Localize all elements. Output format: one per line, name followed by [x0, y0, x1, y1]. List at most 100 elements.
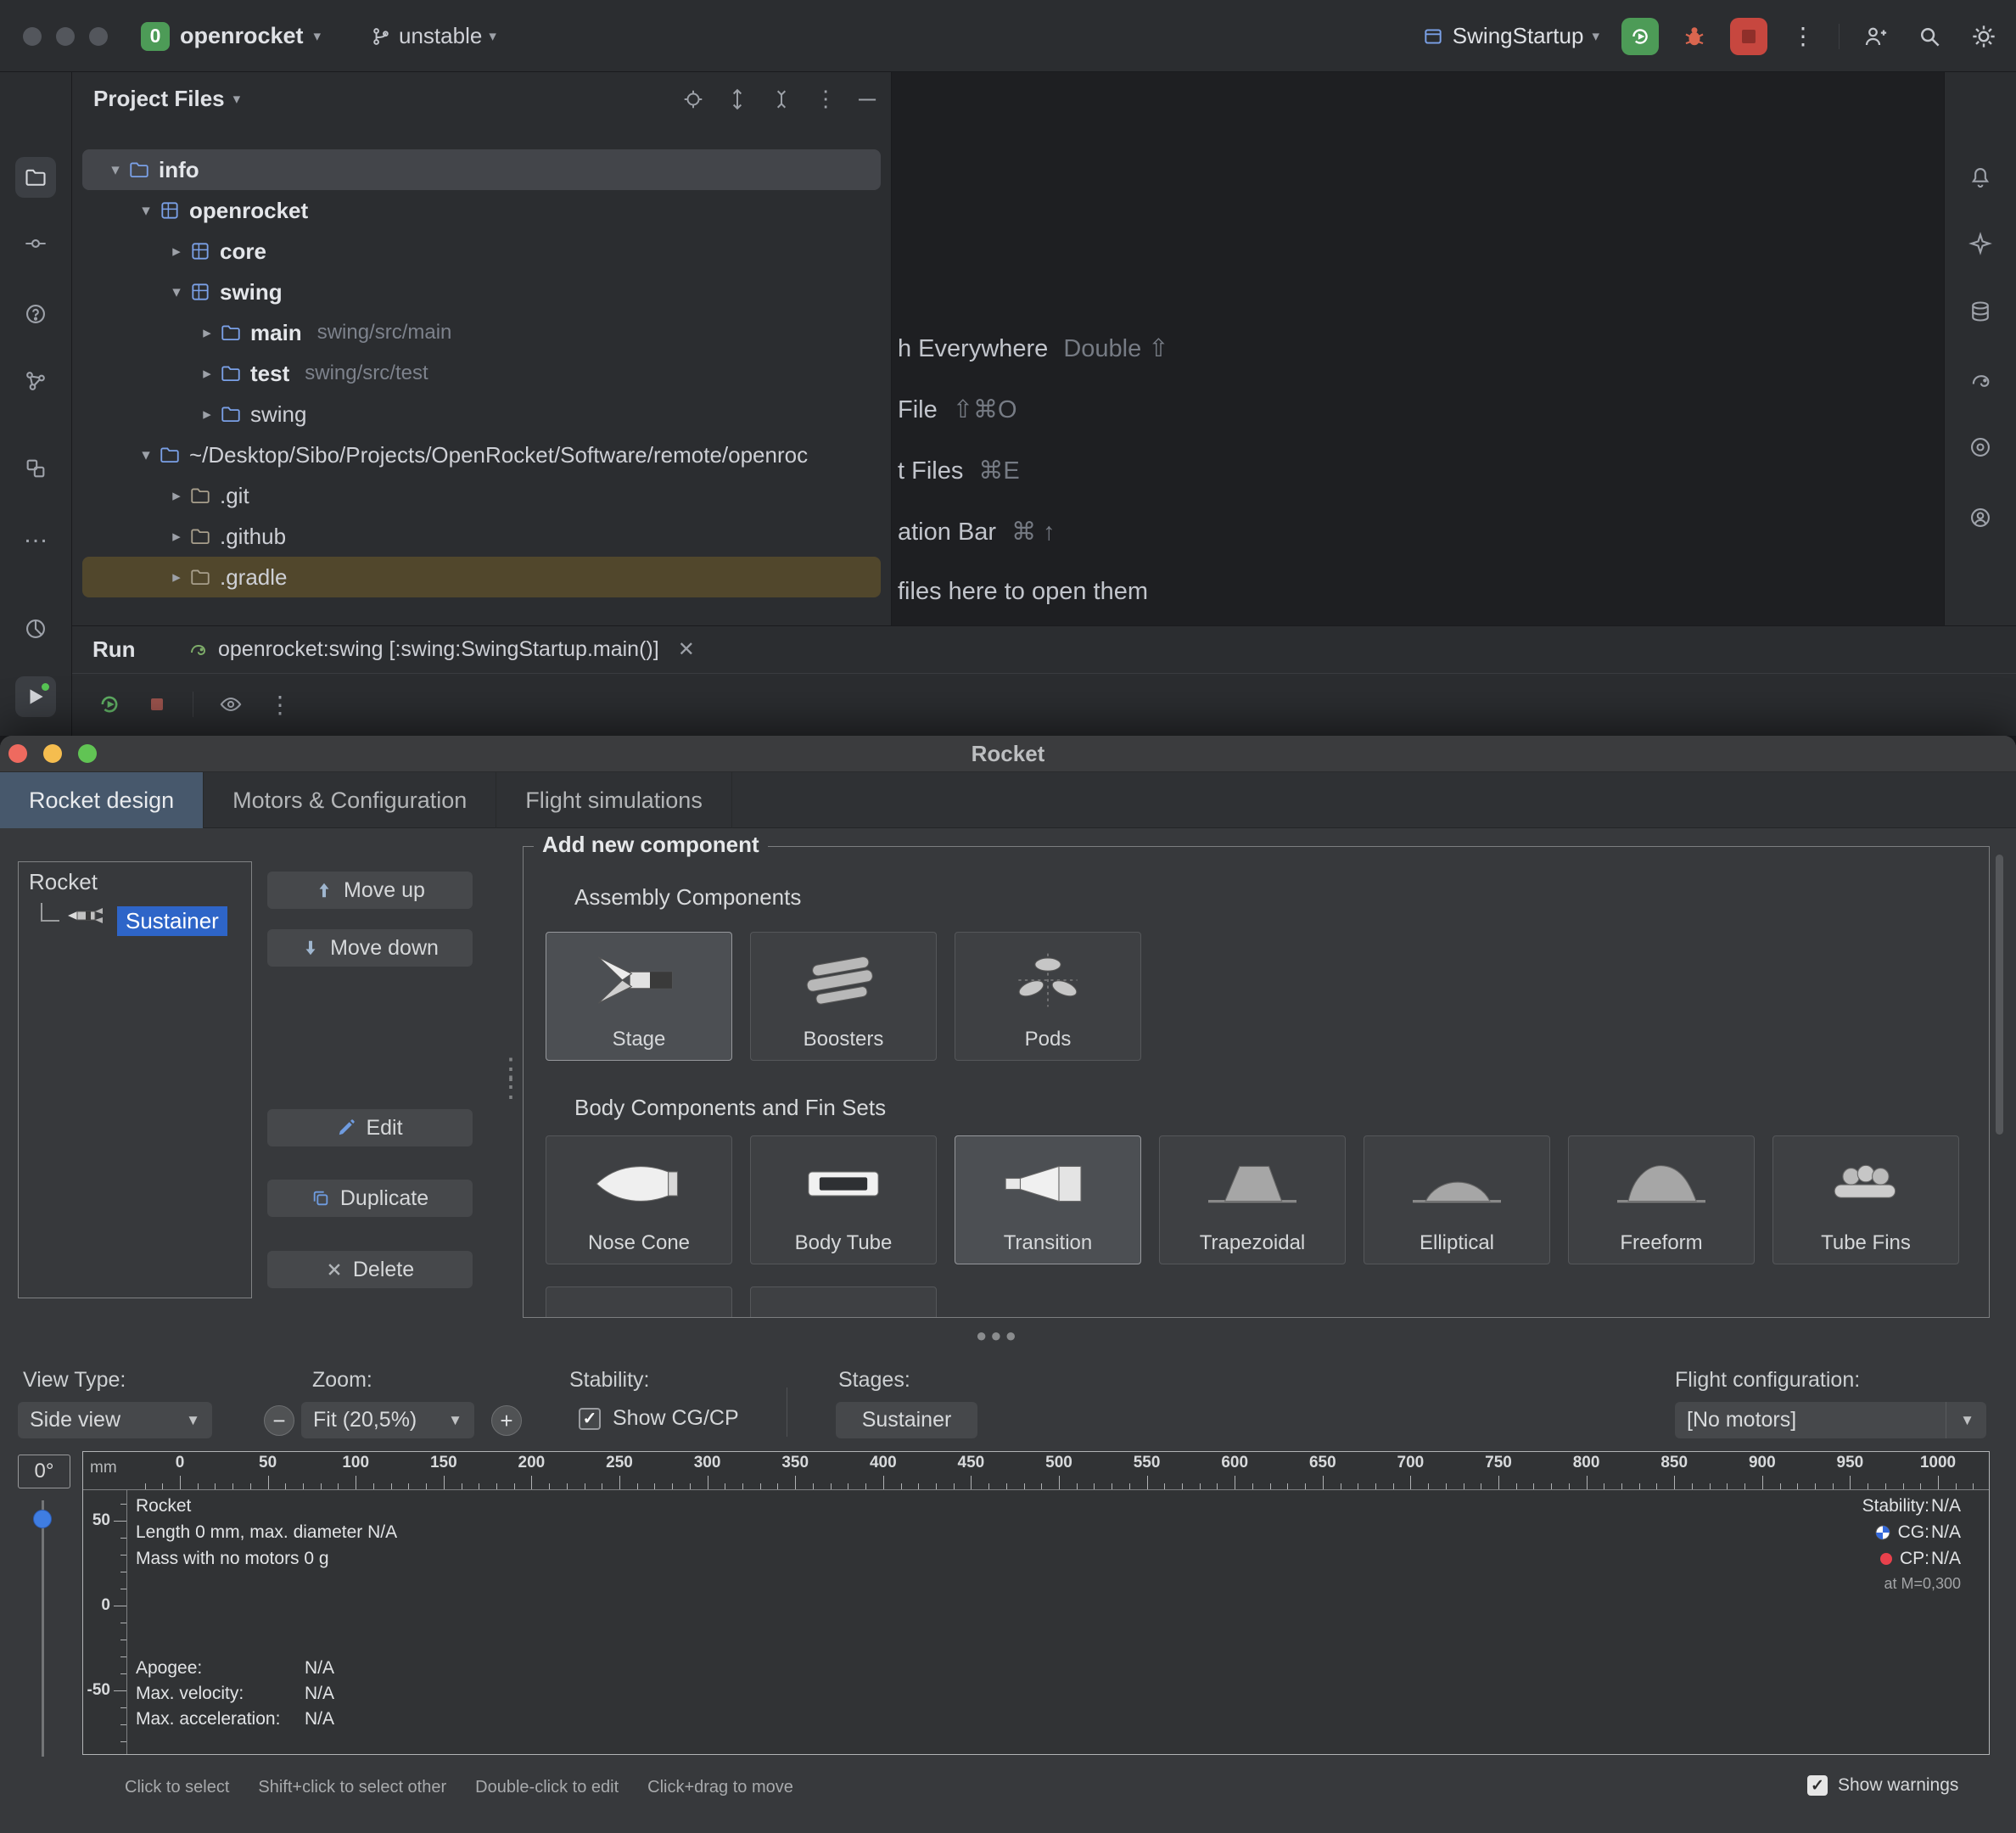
commit-toolwindow-icon[interactable]: [15, 223, 56, 264]
window-zoom-button[interactable]: [89, 27, 108, 46]
locate-file-icon[interactable]: [682, 88, 704, 110]
splitter-handle[interactable]: ⋮⋮: [496, 1061, 525, 1096]
tree-row[interactable]: ▾~/Desktop/Sibo/Projects/OpenRocket/Soft…: [82, 434, 881, 475]
structure-toolwindow-icon[interactable]: [15, 361, 56, 401]
rocket-view-canvas[interactable]: mm 0501001502002503003504004505005506006…: [82, 1451, 1990, 1755]
debug-button[interactable]: [1676, 18, 1713, 55]
window-minimize-button[interactable]: [56, 27, 75, 46]
stage-toggle-sustainer[interactable]: Sustainer: [836, 1402, 977, 1438]
chevron-down-icon[interactable]: ▾: [133, 446, 159, 465]
component-button-partial[interactable]: [546, 1286, 732, 1317]
chevron-down-icon[interactable]: ▾: [133, 201, 159, 221]
preview-eye-icon[interactable]: [219, 692, 243, 716]
ai-assistant-icon[interactable]: [1960, 223, 2001, 264]
run-toolwindow-icon[interactable]: [15, 676, 56, 717]
component-label: Trapezoidal: [1200, 1231, 1306, 1255]
component-button-nose-cone[interactable]: Nose Cone: [546, 1135, 732, 1264]
stop-icon[interactable]: [147, 694, 167, 715]
rotation-slider-track[interactable]: [42, 1500, 44, 1757]
project-widget[interactable]: 0 openrocket ▾: [141, 0, 321, 72]
chevron-down-icon[interactable]: ▾: [103, 160, 128, 180]
project-toolwindow-icon[interactable]: [15, 157, 56, 198]
tab-motors-configuration[interactable]: Motors & Configuration: [204, 772, 496, 828]
chevron-right-icon[interactable]: ▸: [194, 323, 220, 343]
component-button-partial[interactable]: [750, 1286, 937, 1317]
pull-requests-toolwindow-icon[interactable]: [15, 294, 56, 334]
more-actions-button[interactable]: ⋮: [1784, 18, 1822, 55]
component-button-elliptical[interactable]: Elliptical: [1364, 1135, 1550, 1264]
chevron-right-icon[interactable]: ▸: [164, 527, 189, 547]
tree-row[interactable]: ▸.git: [82, 475, 881, 516]
component-button-body-tube[interactable]: Body Tube: [750, 1135, 937, 1264]
component-button-freeform[interactable]: Freeform: [1568, 1135, 1755, 1264]
component-button-transition[interactable]: Transition: [955, 1135, 1141, 1264]
chevron-down-icon[interactable]: ▾: [164, 283, 189, 302]
build-toolwindow-icon[interactable]: [15, 448, 56, 489]
profiler-toolwindow-icon[interactable]: [15, 608, 56, 649]
component-button-trapezoidal[interactable]: Trapezoidal: [1159, 1135, 1346, 1264]
expand-all-icon[interactable]: [726, 88, 748, 110]
close-icon[interactable]: ✕: [678, 637, 695, 662]
tree-item-sustainer[interactable]: Sustainer: [117, 906, 227, 936]
cg-readout: CG:N/A: [1874, 1522, 1961, 1543]
tab-flight-simulations[interactable]: Flight simulations: [496, 772, 732, 828]
run-button[interactable]: [1621, 18, 1659, 55]
view-type-select[interactable]: Side view▼: [18, 1402, 212, 1438]
collapse-all-icon[interactable]: [770, 88, 792, 110]
notifications-icon[interactable]: [1960, 157, 2001, 198]
zoom-out-button[interactable]: −: [264, 1405, 294, 1436]
learn-icon[interactable]: [1960, 427, 2001, 468]
delete-button[interactable]: Delete: [267, 1251, 473, 1288]
run-config-selector[interactable]: SwingStartup ▾: [1422, 23, 1599, 49]
chevron-right-icon[interactable]: ▸: [194, 405, 220, 424]
tree-row[interactable]: ▸.gradle: [82, 557, 881, 597]
chevron-right-icon[interactable]: ▸: [194, 364, 220, 384]
profile-icon[interactable]: [1960, 497, 2001, 538]
tree-row[interactable]: ▸mainswing/src/main: [82, 312, 881, 353]
component-button-tube-fins[interactable]: Tube Fins: [1772, 1135, 1959, 1264]
chevron-right-icon[interactable]: ▸: [164, 486, 189, 506]
chevron-right-icon[interactable]: ▸: [164, 568, 189, 587]
database-icon[interactable]: [1960, 291, 2001, 332]
tree-row[interactable]: ▾swing: [82, 272, 881, 312]
show-warnings-checkbox[interactable]: ✓ Show warnings: [1807, 1775, 1958, 1796]
window-close-button[interactable]: [23, 27, 42, 46]
more-toolwindows-icon[interactable]: …: [15, 514, 56, 555]
component-button-stage[interactable]: Stage: [546, 932, 732, 1061]
tree-row[interactable]: ▾openrocket: [82, 190, 881, 231]
tree-row[interactable]: ▸.github: [82, 516, 881, 557]
duplicate-button[interactable]: Duplicate: [267, 1180, 473, 1217]
zoom-select[interactable]: Fit (20,5%)▼: [301, 1402, 474, 1438]
add-user-button[interactable]: [1856, 18, 1894, 55]
palette-scrollbar[interactable]: [1996, 855, 2003, 1135]
tab-rocket-design[interactable]: Rocket design: [0, 772, 204, 828]
chevron-right-icon[interactable]: ▸: [164, 242, 189, 261]
tree-row[interactable]: ▾info: [82, 149, 881, 190]
tree-root-label[interactable]: Rocket: [19, 862, 251, 895]
stop-button[interactable]: [1730, 18, 1767, 55]
show-cgcp-checkbox[interactable]: ✓ Show CG/CP: [579, 1406, 739, 1431]
hide-panel-icon[interactable]: ─: [859, 86, 876, 113]
panel-options-icon[interactable]: ⋮: [815, 86, 837, 112]
tree-row[interactable]: ▸core: [82, 231, 881, 272]
settings-gear-icon[interactable]: [1965, 18, 2002, 55]
project-panel-title[interactable]: Project Files: [93, 86, 225, 112]
search-icon[interactable]: [1911, 18, 1948, 55]
run-tab[interactable]: openrocket:swing [:swing:SwingStartup.ma…: [188, 637, 695, 662]
flight-configuration-select[interactable]: [No motors]▼: [1675, 1402, 1986, 1438]
rotation-spinner[interactable]: 0°: [18, 1455, 70, 1488]
component-button-pods[interactable]: Pods: [955, 932, 1141, 1061]
tree-row[interactable]: ▸testswing/src/test: [82, 353, 881, 394]
move-down-button[interactable]: Move down: [267, 929, 473, 967]
branch-widget[interactable]: unstable ▾: [370, 0, 496, 72]
panel-splitter-dots[interactable]: ●●●: [976, 1325, 1020, 1347]
zoom-in-button[interactable]: +: [491, 1405, 522, 1436]
component-button-boosters[interactable]: Boosters: [750, 932, 937, 1061]
rotation-slider-handle[interactable]: [33, 1510, 52, 1528]
gradle-icon[interactable]: [1960, 361, 2001, 401]
tree-row[interactable]: ▸swing: [82, 394, 881, 434]
run-options-icon[interactable]: ⋮: [268, 691, 292, 719]
rerun-icon[interactable]: [98, 692, 121, 716]
move-up-button[interactable]: Move up: [267, 872, 473, 909]
edit-button[interactable]: Edit: [267, 1109, 473, 1146]
